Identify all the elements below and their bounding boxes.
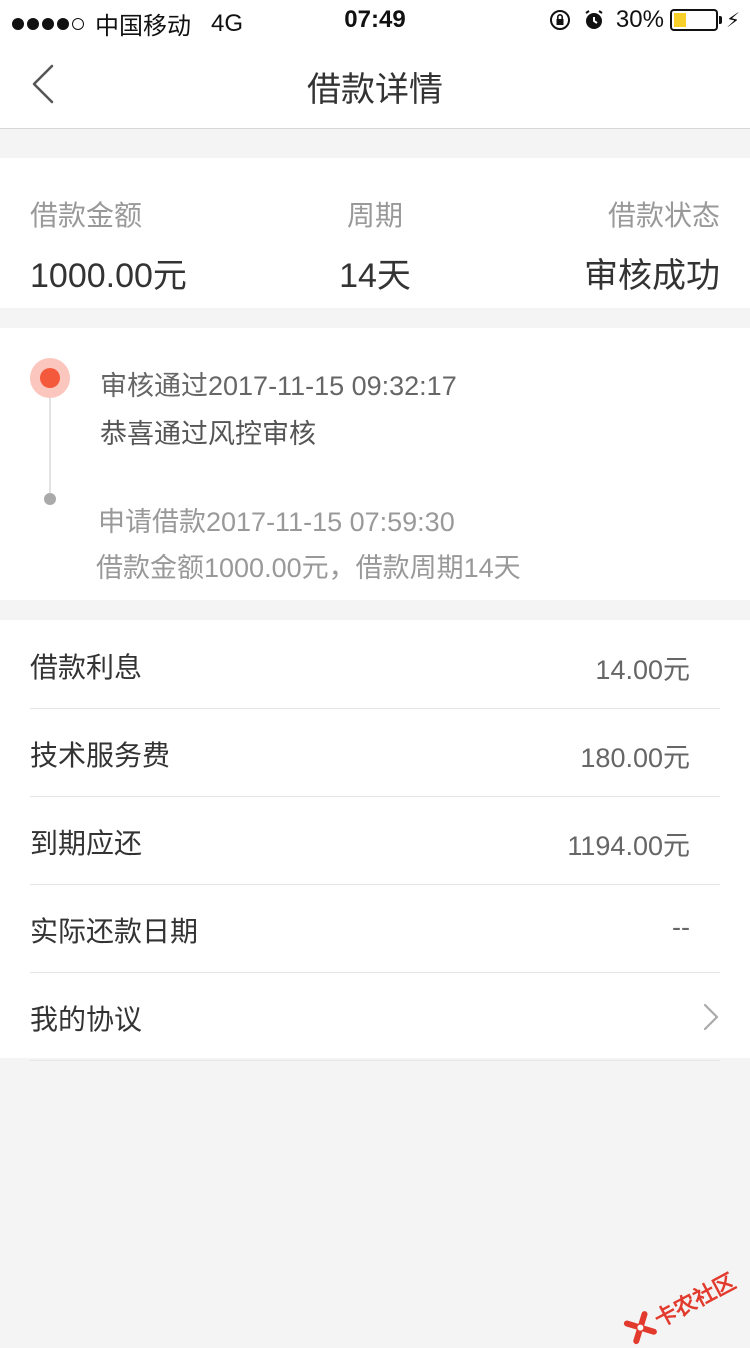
- page-title: 借款详情: [307, 71, 443, 109]
- detail-value: 14.00元: [595, 655, 690, 685]
- timeline-dot-icon: [44, 493, 56, 505]
- detail-row-interest: 借款利息 14.00元: [30, 620, 720, 709]
- loan-status-value: 审核成功: [584, 257, 720, 295]
- chevron-right-icon[interactable]: [702, 1002, 720, 1032]
- detail-value: --: [672, 912, 690, 942]
- timeline-event-title: 审核通过2017-11-15 09:32:17: [100, 371, 457, 401]
- my-agreement-row[interactable]: 我的协议: [30, 972, 720, 1061]
- loan-details-list: 借款利息 14.00元 技术服务费 180.00元 到期应还 1194.00元 …: [0, 620, 750, 1061]
- timeline-event-title: 申请借款2017-11-15 07:59:30: [98, 507, 455, 537]
- timeline-active-dot-icon: [30, 358, 70, 398]
- watermark-text: 卡农社区: [650, 1268, 740, 1332]
- detail-row-service-fee: 技术服务费 180.00元: [30, 708, 720, 797]
- status-bar: 中国移动 4G 07:49 30% ⚡: [0, 0, 750, 40]
- battery-percent: 30%: [615, 6, 664, 33]
- timeline-event-desc: 恭喜通过风控审核: [100, 419, 316, 449]
- detail-value: 180.00元: [580, 743, 690, 773]
- detail-value: 1194.00元: [567, 831, 690, 861]
- status-right: 30% ⚡: [548, 6, 740, 34]
- loan-summary: 借款金额 1000.00元 周期 14天 借款状态 审核成功: [0, 158, 750, 308]
- watermark: 卡农社区: [621, 1264, 740, 1348]
- detail-label: 到期应还: [30, 828, 143, 859]
- timeline-line: [49, 380, 51, 500]
- detail-row-repayment-date: 实际还款日期 --: [30, 884, 720, 973]
- battery-icon: [669, 9, 722, 31]
- charging-icon: ⚡: [725, 9, 740, 32]
- loan-timeline: 审核通过2017-11-15 09:32:17 恭喜通过风控审核 申请借款201…: [0, 328, 750, 600]
- detail-row-due-amount: 到期应还 1194.00元: [30, 796, 720, 885]
- nav-bar: 借款详情: [0, 40, 750, 129]
- detail-label: 实际还款日期: [30, 916, 199, 947]
- detail-label: 借款利息: [30, 652, 143, 683]
- rotation-lock-icon: [549, 10, 570, 30]
- loan-status: 借款状态 审核成功: [584, 194, 720, 297]
- detail-label: 我的协议: [30, 1004, 143, 1035]
- loan-status-label: 借款状态: [607, 200, 720, 231]
- alarm-icon: [585, 10, 603, 29]
- detail-label: 技术服务费: [30, 740, 171, 771]
- timeline-event-desc: 借款金额1000.00元，借款周期14天: [96, 553, 521, 583]
